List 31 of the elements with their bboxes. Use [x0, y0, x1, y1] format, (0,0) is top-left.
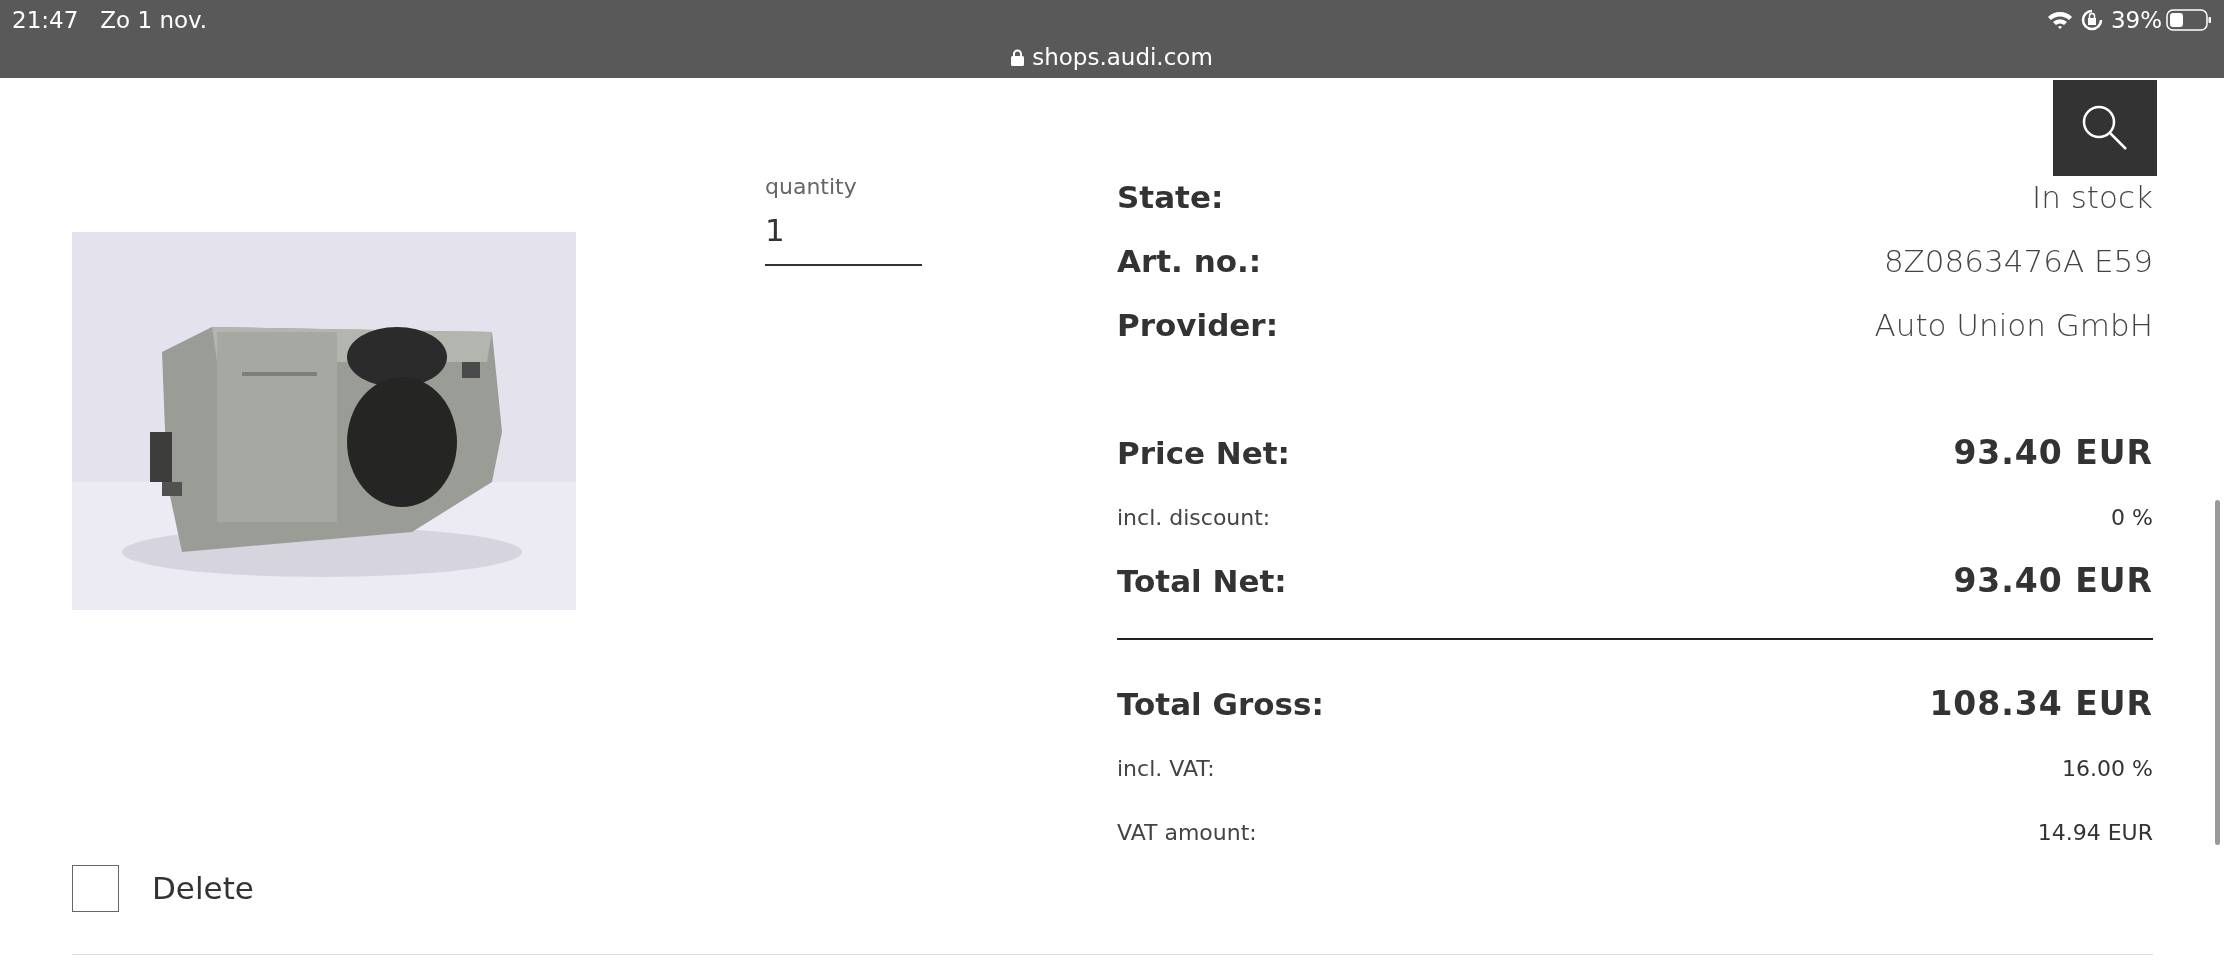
detail-label: State:: [1117, 177, 1224, 217]
detail-value: Auto Union GmbH: [1874, 305, 2153, 345]
lock-icon: [1011, 48, 1025, 66]
price-sublabel: incl. discount:: [1117, 503, 1271, 532]
price-label: Price Net:: [1117, 433, 1290, 473]
quantity-field[interactable]: 1: [765, 207, 922, 266]
battery-percentage: 39%: [2110, 5, 2162, 35]
price-sublabel: incl. VAT:: [1117, 754, 1215, 783]
rotation-lock-icon: [2080, 9, 2103, 31]
price-value: 108.34 EUR: [1929, 683, 2153, 726]
price-label: Total Net:: [1117, 561, 1287, 601]
price-sublabel: VAT amount:: [1117, 818, 1257, 847]
delete-label: Delete: [152, 869, 254, 909]
battery-icon: [2166, 9, 2212, 31]
price-label: Total Gross:: [1117, 684, 1324, 724]
price-value: 93.40 EUR: [1953, 432, 2153, 475]
date-text: Zo 1 nov.: [100, 5, 208, 35]
search-button[interactable]: [2053, 80, 2157, 176]
price-subvalue: 0 %: [2111, 503, 2153, 532]
detail-label: Art. no.:: [1117, 241, 1262, 281]
delete-checkbox[interactable]: [72, 865, 119, 912]
price-subvalue: 16.00 %: [2062, 754, 2153, 783]
price-subvalue: 14.94 EUR: [2037, 818, 2153, 847]
wifi-icon: [2046, 10, 2073, 30]
detail-label: Provider:: [1117, 305, 1279, 345]
url-text: shops.audi.com: [1032, 43, 1213, 72]
clock-time: 21:47: [12, 5, 79, 35]
detail-value: In stock: [2032, 177, 2153, 217]
quantity-label: quantity: [765, 173, 858, 201]
detail-value: 8Z0863476A E59: [1883, 241, 2153, 281]
price-value: 93.40 EUR: [1953, 560, 2153, 603]
